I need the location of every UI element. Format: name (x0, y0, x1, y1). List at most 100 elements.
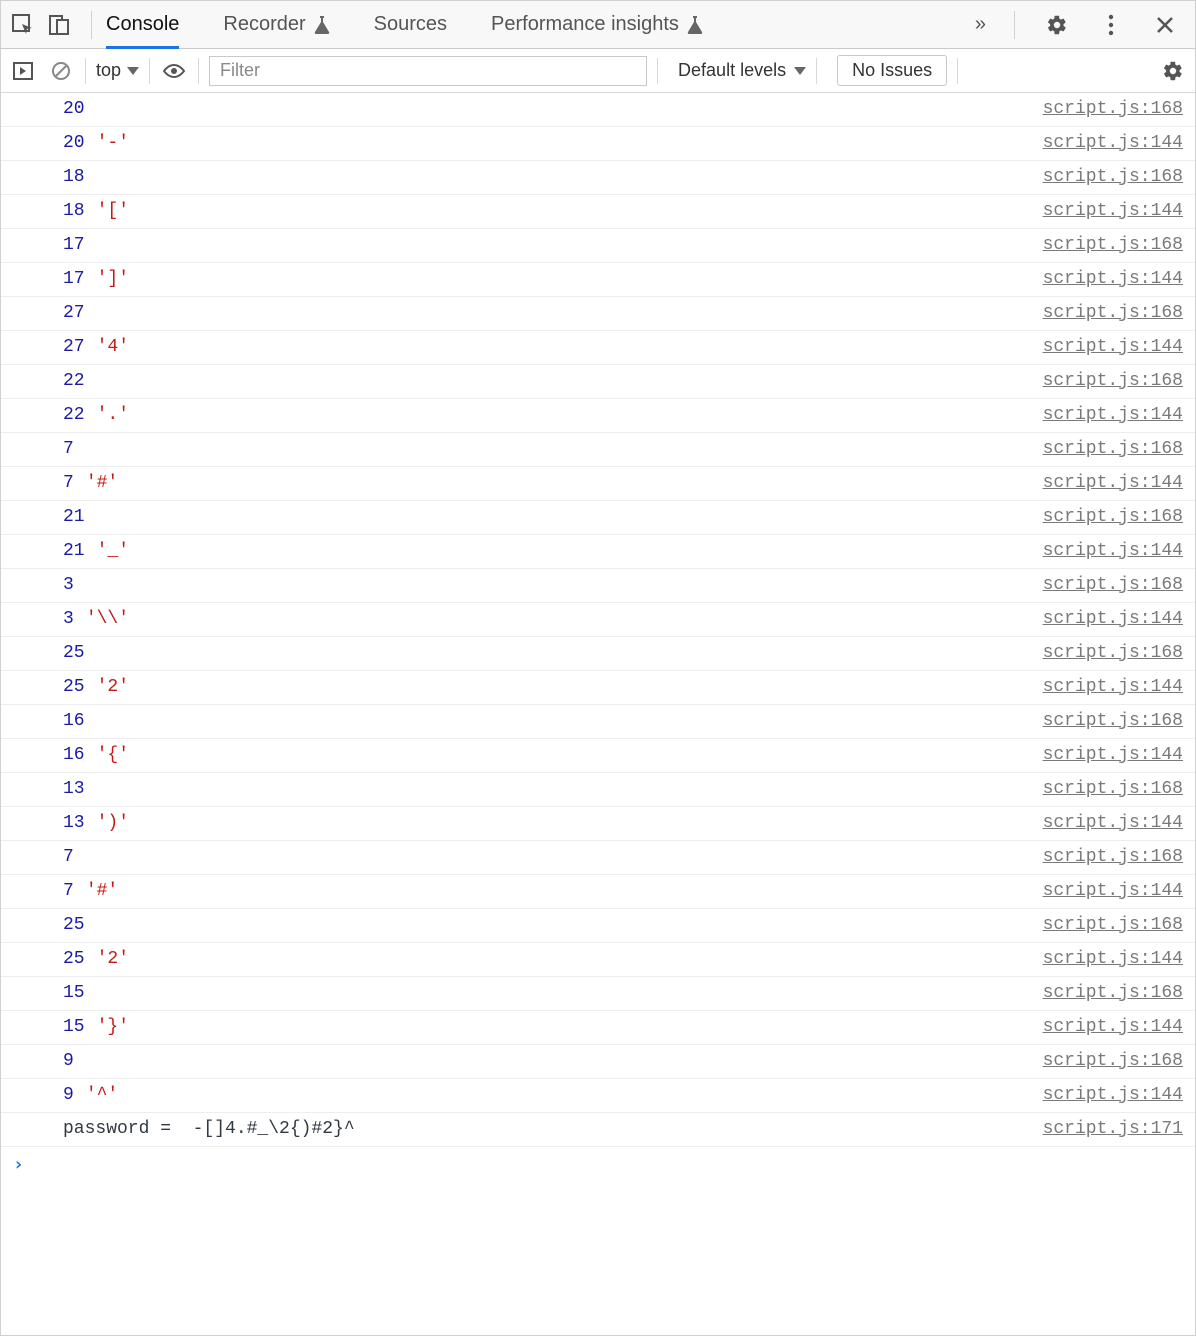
source-link[interactable]: script.js:144 (1043, 608, 1183, 631)
chevron-right-icon: › (13, 1153, 24, 1176)
source-link[interactable]: script.js:171 (1043, 1118, 1183, 1141)
log-row: 7'#'script.js:144 (1, 467, 1195, 501)
source-link[interactable]: script.js:168 (1043, 438, 1183, 461)
more-tabs-icon[interactable]: » (975, 13, 986, 36)
close-icon[interactable] (1151, 11, 1179, 39)
divider (657, 58, 658, 84)
source-link[interactable]: script.js:168 (1043, 846, 1183, 869)
tab-label: Recorder (223, 13, 305, 36)
log-row: 17']' script.js:144 (1, 263, 1195, 297)
chevron-down-icon (794, 67, 806, 75)
divider (816, 58, 817, 84)
log-message: 16 (63, 710, 1031, 733)
tab-label: Console (106, 13, 179, 36)
divider (957, 58, 958, 84)
source-link[interactable]: script.js:144 (1043, 472, 1183, 495)
log-str: '2' (97, 948, 129, 971)
log-message: 27 (63, 302, 1031, 325)
log-str: '-' (97, 132, 129, 155)
chevron-down-icon (127, 67, 139, 75)
console-settings-gear-icon[interactable] (1159, 57, 1187, 85)
console-log-area[interactable]: 20script.js:16820'-'script.js:14418scrip… (1, 93, 1195, 1335)
kebab-menu-icon[interactable] (1097, 11, 1125, 39)
log-str: '^' (86, 1084, 118, 1107)
source-link[interactable]: script.js:144 (1043, 1016, 1183, 1039)
log-row: 25'2'script.js:144 (1, 943, 1195, 977)
log-num: 3 (63, 574, 74, 597)
log-row: 27 script.js:168 (1, 297, 1195, 331)
source-link[interactable]: script.js:168 (1043, 710, 1183, 733)
log-num: 7 (63, 846, 74, 869)
log-levels-selector[interactable]: Default levels (678, 60, 806, 81)
log-message: 17']' (63, 268, 1031, 291)
log-message: 25 (63, 914, 1031, 937)
inspect-element-icon[interactable] (9, 11, 37, 39)
log-num: 25 (63, 914, 85, 937)
source-link[interactable]: script.js:168 (1043, 1050, 1183, 1073)
log-row: 21script.js:168 (1, 501, 1195, 535)
settings-gear-icon[interactable] (1043, 11, 1071, 39)
beaker-icon (687, 16, 703, 34)
log-message: 22'.' (63, 404, 1031, 427)
source-link[interactable]: script.js:144 (1043, 948, 1183, 971)
log-message: 22 (63, 370, 1031, 393)
log-str: '[' (97, 200, 129, 223)
source-link[interactable]: script.js:144 (1043, 744, 1183, 767)
log-row: 7script.js:168 (1, 433, 1195, 467)
source-link[interactable]: script.js:144 (1043, 404, 1183, 427)
source-link[interactable]: script.js:144 (1043, 676, 1183, 699)
source-link[interactable]: script.js:144 (1043, 812, 1183, 835)
source-link[interactable]: script.js:144 (1043, 880, 1183, 903)
log-row: 16'{'script.js:144 (1, 739, 1195, 773)
log-num: 3 (63, 608, 74, 631)
filter-input[interactable] (209, 56, 647, 86)
tab-sources[interactable]: Sources (374, 1, 447, 48)
log-str: '{' (97, 744, 129, 767)
source-link[interactable]: script.js:168 (1043, 914, 1183, 937)
log-row: 16 script.js:168 (1, 705, 1195, 739)
issues-button-label: No Issues (852, 60, 932, 80)
divider (149, 58, 150, 84)
source-link[interactable]: script.js:144 (1043, 268, 1183, 291)
source-link[interactable]: script.js:144 (1043, 132, 1183, 155)
source-link[interactable]: script.js:168 (1043, 370, 1183, 393)
log-num: 22 (63, 370, 85, 393)
log-row: 20script.js:168 (1, 93, 1195, 127)
source-link[interactable]: script.js:144 (1043, 540, 1183, 563)
log-num: 25 (63, 642, 85, 665)
log-row: 9script.js:168 (1, 1045, 1195, 1079)
log-num: 13 (63, 812, 85, 835)
source-link[interactable]: script.js:168 (1043, 98, 1183, 121)
device-mode-icon[interactable] (45, 11, 73, 39)
tab-performance-insights[interactable]: Performance insights (491, 1, 703, 48)
log-message: 27'4' (63, 336, 1031, 359)
source-link[interactable]: script.js:144 (1043, 1084, 1183, 1107)
toggle-sidebar-icon[interactable] (9, 57, 37, 85)
issues-button[interactable]: No Issues (837, 55, 947, 86)
source-link[interactable]: script.js:168 (1043, 302, 1183, 325)
source-link[interactable]: script.js:168 (1043, 982, 1183, 1005)
log-message: 3'\\' (63, 608, 1031, 631)
source-link[interactable]: script.js:144 (1043, 336, 1183, 359)
clear-console-icon[interactable] (47, 57, 75, 85)
source-link[interactable]: script.js:168 (1043, 642, 1183, 665)
log-row: 7 script.js:168 (1, 841, 1195, 875)
log-row: 7'#'script.js:144 (1, 875, 1195, 909)
source-link[interactable]: script.js:144 (1043, 200, 1183, 223)
console-prompt[interactable]: › (1, 1147, 1195, 1182)
source-link[interactable]: script.js:168 (1043, 234, 1183, 257)
source-link[interactable]: script.js:168 (1043, 778, 1183, 801)
log-row: 22 script.js:168 (1, 365, 1195, 399)
source-link[interactable]: script.js:168 (1043, 574, 1183, 597)
source-link[interactable]: script.js:168 (1043, 506, 1183, 529)
source-link[interactable]: script.js:168 (1043, 166, 1183, 189)
context-selector[interactable]: top (96, 60, 139, 81)
divider (91, 11, 92, 39)
devtools-tabbar: Console Recorder Sources Performance insigh… (1, 1, 1195, 49)
tab-console[interactable]: Console (106, 1, 179, 48)
live-expression-eye-icon[interactable] (160, 57, 188, 85)
divider (198, 58, 199, 84)
tab-recorder[interactable]: Recorder (223, 1, 329, 48)
log-message: password = -[]4.#_\2{)#2}^ (63, 1118, 1031, 1141)
log-num: 7 (63, 880, 74, 903)
